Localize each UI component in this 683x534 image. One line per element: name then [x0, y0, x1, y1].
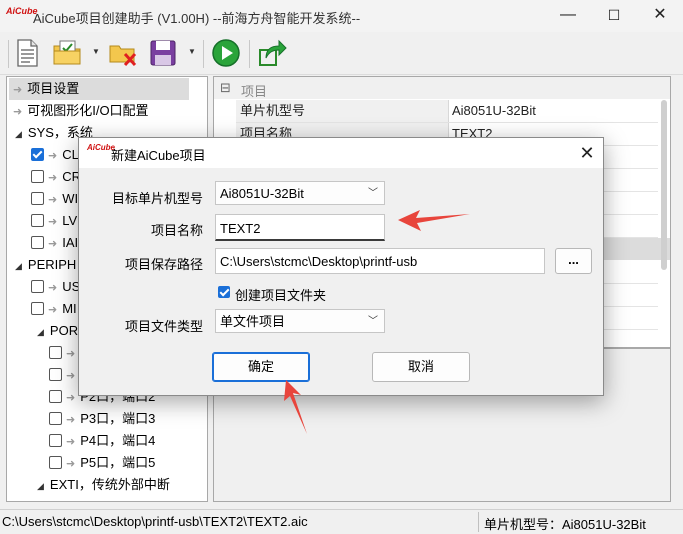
annotation-arrow-ok [284, 380, 307, 434]
annotation-arrow-name [398, 210, 470, 231]
annotation-overlay [284, 210, 470, 434]
